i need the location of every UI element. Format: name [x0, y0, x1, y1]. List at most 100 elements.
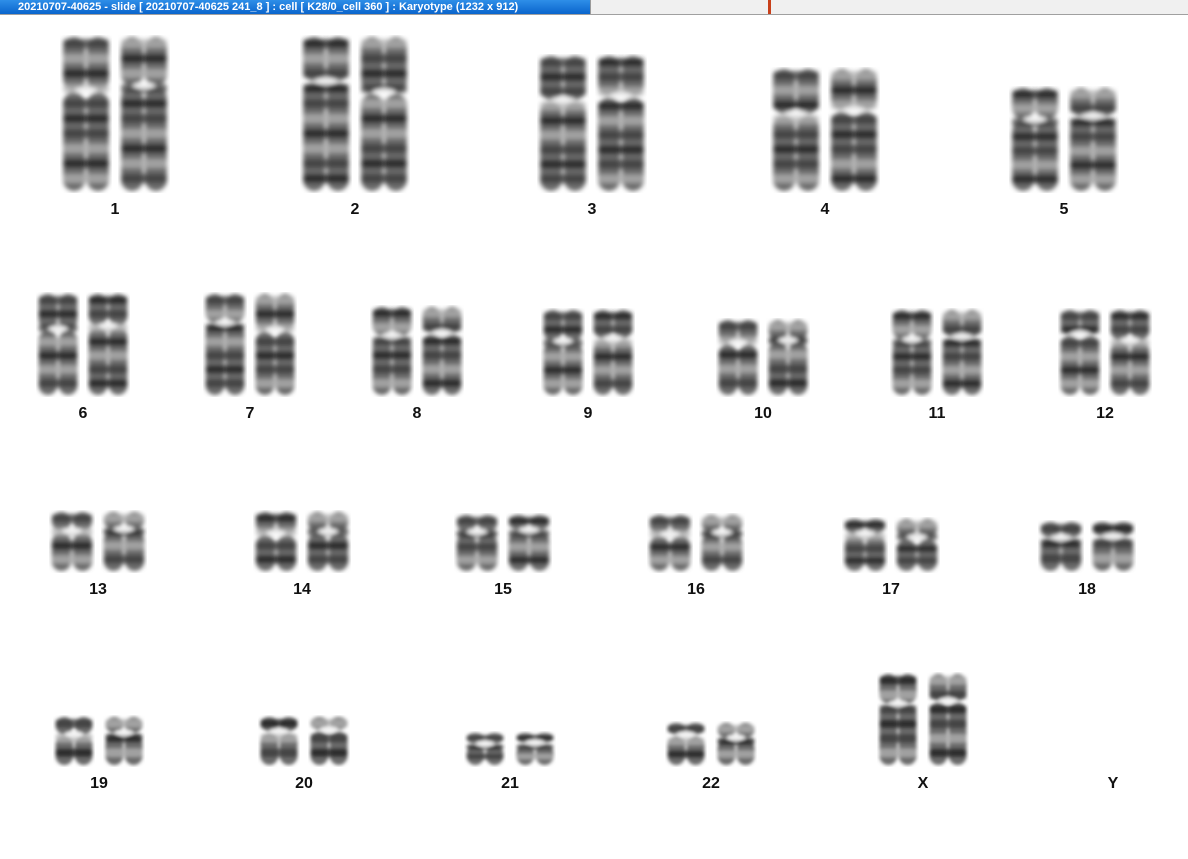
- chromosome-7-a[interactable]: [203, 292, 247, 397]
- title-bar: 20210707-40625 - slide [ 20210707-40625 …: [0, 0, 1188, 15]
- chromosome-label: 5: [1059, 201, 1069, 218]
- chromosome-7-b[interactable]: [253, 292, 297, 397]
- chromosome-pair-images: [636, 675, 786, 767]
- chromosome-pair-images: [989, 40, 1139, 193]
- chromosome-pair-images: [1012, 503, 1162, 573]
- chromosome-pair-images: [1030, 290, 1180, 397]
- chromosome-label: 3: [587, 201, 597, 218]
- chromosome-pair-16: 16: [621, 503, 771, 603]
- chromosome-label: 20: [295, 775, 313, 792]
- chromosome-pair-images: [40, 37, 190, 193]
- chromosome-19-a[interactable]: [53, 715, 95, 767]
- chromosome-5-b[interactable]: [1067, 86, 1119, 193]
- chromosome-22-a[interactable]: [665, 721, 707, 767]
- chromosome-14-b[interactable]: [305, 510, 351, 573]
- chromosome-pair-22: 22: [636, 675, 786, 797]
- chromosome-17-a[interactable]: [842, 517, 888, 573]
- chromosome-label: 12: [1096, 405, 1114, 422]
- chromosome-16-b[interactable]: [699, 513, 745, 573]
- chromosome-label: Y: [1107, 775, 1119, 792]
- chromosome-15-a[interactable]: [454, 513, 500, 573]
- chromosome-pair-images: [175, 290, 325, 397]
- chromosome-22-b[interactable]: [715, 721, 757, 767]
- window-title-tab[interactable]: 20210707-40625 - slide [ 20210707-40625 …: [0, 0, 590, 14]
- chromosome-15-b[interactable]: [506, 513, 552, 573]
- chromosome-6-a[interactable]: [36, 292, 80, 397]
- chromosome-18-a[interactable]: [1038, 520, 1084, 573]
- chromosome-21-a[interactable]: [464, 731, 506, 767]
- chromosome-pair-images: [229, 675, 379, 767]
- chromosome-pair-images: [24, 675, 174, 767]
- chromosome-20-a[interactable]: [258, 715, 300, 767]
- chromosome-pair-15: 15: [428, 503, 578, 603]
- chromosome-label: 18: [1078, 581, 1096, 598]
- chromosome-label: 9: [583, 405, 593, 422]
- chromosome-pair-images: [227, 503, 377, 573]
- chromosome-10-a[interactable]: [716, 318, 760, 397]
- karyogram-canvas: 1 2 3 4 5 6 7 8 9 10 11 12 13 14 15 16 17 18 19 20 21 22 X Y: [0, 15, 1188, 859]
- chromosome-5-a[interactable]: [1009, 86, 1061, 193]
- chromosome-9-b[interactable]: [591, 308, 635, 397]
- chromosome-16-a[interactable]: [647, 513, 693, 573]
- chromosome-13-a[interactable]: [49, 510, 95, 573]
- chromosome-21-b[interactable]: [514, 731, 556, 767]
- chromosome-pair-11: 11: [862, 290, 1012, 427]
- chromosome-20-b[interactable]: [308, 715, 350, 767]
- chromosome-pair-19: 19: [24, 675, 174, 797]
- chromosome-pair-10: 10: [688, 290, 838, 427]
- chromosome-label: 21: [501, 775, 519, 792]
- chromosome-pair-12: 12: [1030, 290, 1180, 427]
- chromosome-X-b[interactable]: [927, 672, 969, 767]
- chromosome-8-a[interactable]: [370, 305, 414, 397]
- chromosome-label: 1: [110, 201, 120, 218]
- chromosome-pair-images: [342, 290, 492, 397]
- chromosome-pair-3: 3: [517, 40, 667, 223]
- chromosome-label: 22: [702, 775, 720, 792]
- chromosome-pair-images: [513, 290, 663, 397]
- chromosome-2-a[interactable]: [300, 35, 352, 193]
- chromosome-pair-images: [280, 37, 430, 193]
- chromosome-pair-21: 21: [435, 675, 585, 797]
- chromosome-4-a[interactable]: [770, 67, 822, 193]
- chromosome-pair-2: 2: [280, 37, 430, 223]
- chromosome-label: 2: [350, 201, 360, 218]
- title-separator: [590, 0, 591, 14]
- chromosome-11-a[interactable]: [890, 308, 934, 397]
- chromosome-pair-8: 8: [342, 290, 492, 427]
- chromosome-pair-images: [621, 503, 771, 573]
- chromosome-1-b[interactable]: [118, 35, 170, 193]
- chromosome-11-b[interactable]: [940, 308, 984, 397]
- chromosome-12-a[interactable]: [1058, 308, 1102, 397]
- chromosome-1-a[interactable]: [60, 35, 112, 193]
- chromosome-18-b[interactable]: [1090, 520, 1136, 573]
- chromosome-pair-images: [750, 40, 900, 193]
- chromosome-X-a[interactable]: [877, 672, 919, 767]
- chromosome-label: 13: [89, 581, 107, 598]
- chromosome-12-b[interactable]: [1108, 308, 1152, 397]
- chromosome-label: 7: [245, 405, 255, 422]
- chromosome-6-b[interactable]: [86, 292, 130, 397]
- chromosome-pair-6: 6: [8, 290, 158, 427]
- chromosome-3-a[interactable]: [537, 54, 589, 193]
- position-marker: [768, 0, 771, 14]
- chromosome-19-b[interactable]: [103, 715, 145, 767]
- chromosome-4-b[interactable]: [828, 67, 880, 193]
- chromosome-pair-5: 5: [989, 40, 1139, 223]
- chromosome-2-b[interactable]: [358, 35, 410, 193]
- chromosome-13-b[interactable]: [101, 510, 147, 573]
- chromosome-pair-9: 9: [513, 290, 663, 427]
- chromosome-8-b[interactable]: [420, 305, 464, 397]
- chromosome-3-b[interactable]: [595, 54, 647, 193]
- chromosome-9-a[interactable]: [541, 308, 585, 397]
- chromosome-14-a[interactable]: [253, 510, 299, 573]
- chromosome-10-b[interactable]: [766, 318, 810, 397]
- chromosome-label: 6: [78, 405, 88, 422]
- chromosome-label: X: [917, 775, 929, 792]
- chromosome-pair-images: [428, 503, 578, 573]
- chromosome-label: 8: [412, 405, 422, 422]
- chromosome-17-b[interactable]: [894, 517, 940, 573]
- chromosome-pair-18: 18: [1012, 503, 1162, 603]
- chromosome-pair-images: [8, 290, 158, 397]
- chromosome-pair-13: 13: [23, 503, 173, 603]
- chromosome-label: 4: [820, 201, 830, 218]
